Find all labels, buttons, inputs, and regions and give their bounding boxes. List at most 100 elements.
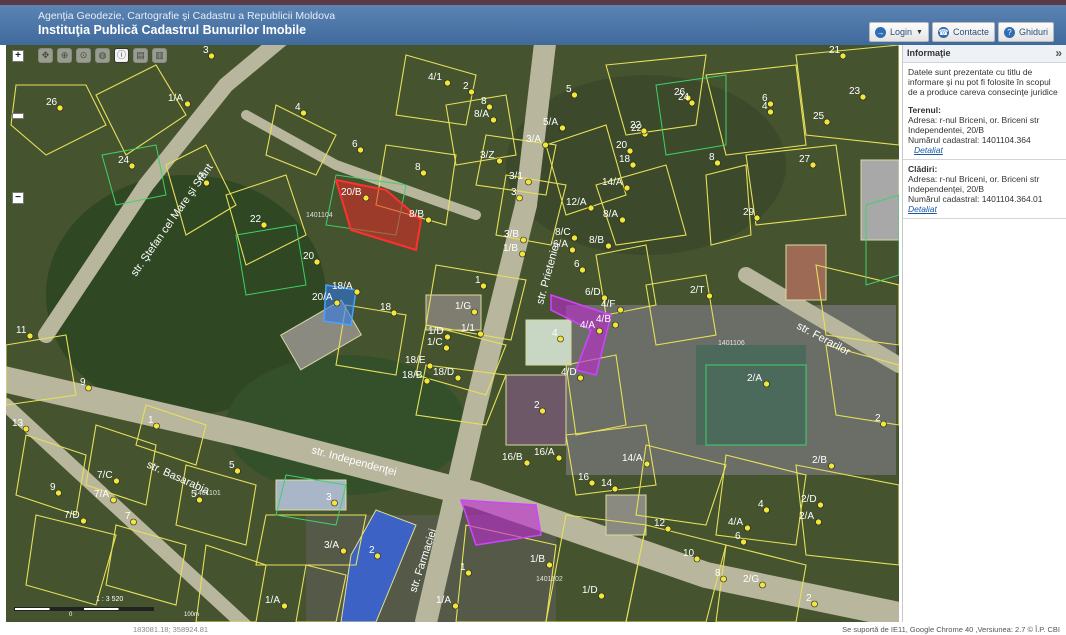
parcel-point-marker[interactable] — [828, 462, 835, 470]
parcel-point-marker[interactable] — [763, 506, 770, 514]
parcel-point-marker[interactable] — [693, 555, 701, 563]
parcel-point-marker[interactable] — [629, 161, 637, 169]
parcel-point-marker[interactable] — [859, 93, 867, 101]
parcel-point-marker[interactable] — [184, 100, 191, 108]
parcel-point-marker[interactable] — [80, 517, 87, 525]
info-tool-icon[interactable]: ⓘ — [114, 48, 129, 63]
parcel-point-marker[interactable] — [340, 547, 347, 555]
parcel-point-marker[interactable] — [196, 496, 203, 504]
parcel-point-marker[interactable] — [313, 258, 321, 266]
parcel-point-marker[interactable] — [587, 204, 595, 212]
parcel-point-marker[interactable] — [740, 538, 747, 546]
parcel-point-marker[interactable] — [454, 374, 462, 382]
parcel-point-marker[interactable] — [523, 459, 531, 467]
parcel-point-marker[interactable] — [839, 52, 847, 60]
parcel-point-marker[interactable] — [815, 518, 822, 526]
parcel-point-marker[interactable] — [767, 100, 774, 108]
parcel-point-marker[interactable] — [542, 141, 549, 149]
parcel-point-marker[interactable] — [640, 127, 648, 135]
parcel-point-marker[interactable] — [520, 236, 527, 244]
parcel-point-marker[interactable] — [664, 525, 672, 533]
globe-icon[interactable]: ◍ — [95, 48, 110, 63]
collapse-panel-icon[interactable]: » — [1055, 46, 1062, 60]
parcel-point-marker[interactable] — [880, 420, 887, 428]
parcel-point-marker[interactable] — [203, 179, 210, 187]
parcel-point-marker[interactable] — [598, 592, 605, 600]
parcel-point-marker[interactable] — [605, 242, 612, 250]
parcel-point-marker[interactable] — [619, 216, 626, 224]
parcel-point-marker[interactable] — [300, 109, 307, 117]
parcel-point-marker[interactable] — [281, 602, 288, 610]
parcel-point-marker[interactable] — [559, 124, 566, 132]
contacts-button[interactable]: ☎ Contacte — [931, 22, 995, 42]
parcel-point-marker[interactable] — [555, 454, 563, 462]
parcel-point-marker[interactable] — [85, 384, 92, 392]
parcel-point-marker[interactable] — [113, 477, 120, 485]
parcel-point-marker[interactable] — [623, 184, 631, 192]
parcel-point-marker[interactable] — [714, 159, 721, 167]
parcel-point-marker[interactable] — [763, 380, 770, 388]
parcel-point-marker[interactable] — [353, 288, 361, 296]
cadastral-map[interactable]: str. Ştefan cel Mare şi Sfânt str. Indep… — [6, 45, 899, 622]
parcel-point-marker[interactable] — [539, 407, 546, 415]
parcel-point-marker[interactable] — [55, 489, 62, 497]
parcel-point-marker[interactable] — [374, 552, 381, 560]
parcel-point-marker[interactable] — [465, 569, 472, 577]
parcel-point-marker[interactable] — [557, 335, 564, 343]
parcel-point-marker[interactable] — [519, 250, 526, 258]
parcel-point-marker[interactable] — [22, 425, 30, 433]
parcel-point-marker[interactable] — [362, 194, 370, 202]
terrain-details-link[interactable]: Detaliat — [914, 145, 943, 155]
zoom-slider-handle[interactable] — [12, 113, 24, 119]
parcel-point-marker[interactable] — [56, 104, 64, 112]
parcel-point-marker[interactable] — [817, 501, 824, 509]
parcel-point-marker[interactable] — [577, 374, 584, 382]
print-icon[interactable]: ▤ — [133, 48, 148, 63]
parcel-point-marker[interactable] — [546, 561, 553, 569]
parcel-point-marker[interactable] — [706, 292, 713, 300]
parcel-point-marker[interactable] — [767, 108, 774, 116]
parcel-point-marker[interactable] — [811, 600, 818, 608]
building-details-link[interactable]: Detaliat — [908, 204, 1061, 214]
parcel-point-marker[interactable] — [823, 118, 831, 126]
parcel-point-marker[interactable] — [390, 309, 398, 317]
parcel-point-marker[interactable] — [444, 333, 451, 341]
parcel-point-marker[interactable] — [571, 234, 578, 242]
parcel-point-marker[interactable] — [26, 332, 34, 340]
parcel-point-marker[interactable] — [423, 377, 431, 385]
parcel-point-marker[interactable] — [333, 299, 341, 307]
parcel-point-marker[interactable] — [331, 499, 338, 507]
parcel-point-marker[interactable] — [617, 306, 624, 314]
parcel-point-marker[interactable] — [496, 157, 503, 165]
parcel-point-marker[interactable] — [420, 169, 427, 177]
parcel-point-marker[interactable] — [759, 581, 766, 589]
parcel-point-marker[interactable] — [208, 52, 215, 60]
parcel-point-marker[interactable] — [571, 91, 578, 99]
login-button[interactable]: → Login ▼ — [868, 22, 929, 42]
measure-icon[interactable]: ⊙ — [76, 48, 91, 63]
parcel-point-marker[interactable] — [234, 467, 241, 475]
layers-icon[interactable]: ▥ — [152, 48, 167, 63]
parcel-point-marker[interactable] — [516, 194, 523, 202]
pan-tool-icon[interactable]: ✥ — [38, 48, 53, 63]
parcel-point-marker[interactable] — [130, 518, 137, 526]
parcel-point-marker[interactable] — [444, 79, 451, 87]
parcel-point-marker[interactable] — [468, 88, 475, 96]
parcel-point-marker[interactable] — [753, 214, 761, 222]
parcel-point-marker[interactable] — [471, 308, 478, 316]
parcel-point-marker[interactable] — [357, 146, 364, 154]
zoom-out-button[interactable]: − — [12, 192, 24, 204]
parcel-point-marker[interactable] — [720, 575, 727, 583]
parcel-point-marker[interactable] — [452, 602, 459, 610]
parcel-point-marker[interactable] — [480, 282, 487, 290]
parcel-point-marker[interactable] — [579, 266, 586, 274]
parcel-point-marker[interactable] — [525, 178, 532, 186]
parcel-point-marker[interactable] — [260, 221, 268, 229]
parcel-point-marker[interactable] — [153, 422, 160, 430]
parcel-point-marker[interactable] — [569, 246, 576, 254]
parcel-point-marker[interactable] — [490, 116, 497, 124]
parcel-point-marker[interactable] — [477, 330, 484, 338]
parcel-point-marker[interactable] — [425, 216, 432, 224]
guides-button[interactable]: ? Ghiduri — [997, 22, 1054, 42]
zoom-in-button[interactable]: + — [12, 50, 24, 62]
